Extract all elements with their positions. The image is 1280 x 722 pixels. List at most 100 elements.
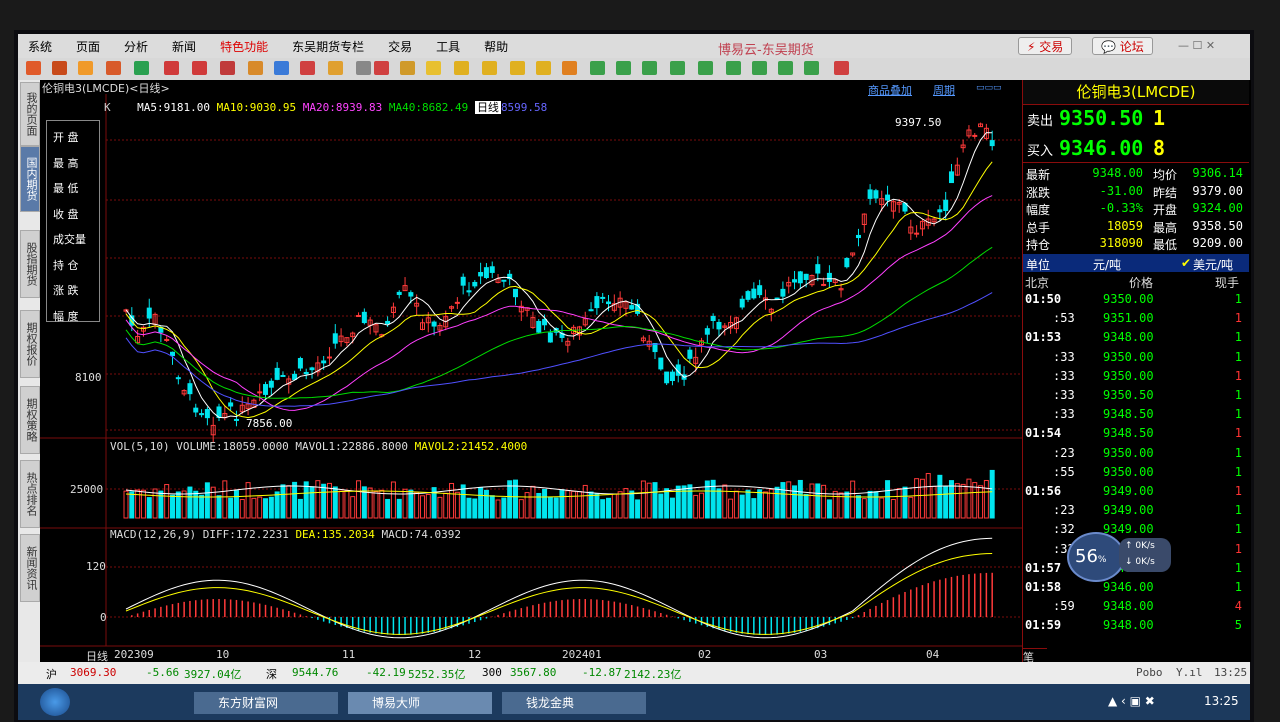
toolbar-button-icon[interactable] [616, 61, 631, 75]
toolbar-button-icon[interactable] [426, 61, 441, 75]
toolbar-button-icon[interactable] [248, 61, 263, 75]
toolbar-button-icon[interactable] [670, 61, 685, 75]
unit-value[interactable]: 元/吨 [1093, 256, 1121, 273]
menu-dongwu[interactable]: 东吴期货专栏 [292, 38, 364, 55]
volume-bar [919, 478, 925, 519]
toolbar-button-icon[interactable] [834, 61, 849, 75]
window-controls[interactable]: — ☐ ✕ [1178, 39, 1215, 52]
toolbar-button-icon[interactable] [562, 61, 577, 75]
start-button-icon[interactable] [40, 688, 70, 716]
candle-body [914, 232, 920, 235]
volume-bar [693, 494, 699, 519]
quote-value: 9379.00 [1192, 183, 1243, 198]
c300-label: 300 [482, 666, 502, 679]
volume-bar [646, 482, 652, 519]
toolbar-button-icon[interactable] [134, 61, 149, 75]
left-side-tabs: 我的页面 国内期货 股指期货 期权报价 期权策略 热点排名 新闻资讯 [18, 80, 41, 662]
macd-dea: DEA:135.2034 [295, 528, 375, 541]
kline-chart-area[interactable]: 伦铜电3(LMCDE)<日线> K MA5:9181.00 MA10:9030.… [40, 80, 1022, 663]
candle-body [460, 276, 466, 286]
toolbar-button-icon[interactable] [192, 61, 207, 75]
menu-help[interactable]: 帮助 [484, 38, 508, 55]
layout-icons[interactable]: ▭▭▭ [976, 83, 1002, 93]
toolbar-button-icon[interactable] [726, 61, 741, 75]
tab-hot-rank[interactable]: 热点排名 [20, 460, 40, 528]
vol-mavol2: MAVOL2:21452.4000 [414, 440, 528, 453]
volume-bar [280, 484, 286, 519]
tab-domestic-futures[interactable]: 国内期货 [20, 146, 40, 212]
volume-bar [623, 488, 629, 519]
toolbar-button-icon[interactable] [510, 61, 525, 75]
toolbar-button-icon[interactable] [78, 61, 93, 75]
toolbar-button-icon[interactable] [804, 61, 819, 75]
volume-bar [286, 485, 292, 519]
menu-page[interactable]: 页面 [76, 38, 100, 55]
toolbar-button-icon[interactable] [220, 61, 235, 75]
candle-body [885, 194, 891, 201]
volume-bar [437, 496, 443, 519]
volume-bar [699, 492, 705, 519]
tray-icons[interactable]: ▲ ‹ ▣ ✖ [1108, 694, 1155, 708]
menu-system[interactable]: 系统 [28, 38, 52, 55]
sz-amount: 5252.35亿 [408, 668, 466, 681]
volume-bar [228, 497, 234, 519]
volume-bar [268, 496, 274, 519]
volume-bar [943, 485, 949, 519]
toolbar-button-icon[interactable] [328, 61, 343, 75]
volume-bar [966, 478, 972, 519]
period-tag[interactable]: 日线 [474, 101, 501, 114]
task-item[interactable]: 博易大师 [348, 692, 492, 714]
volume-bar [245, 482, 251, 519]
toolbar-button-icon[interactable] [698, 61, 713, 75]
tab-option-strategy[interactable]: 期权策略 [20, 386, 40, 454]
quote-value: 9209.00 [1192, 236, 1243, 251]
menu-analysis[interactable]: 分析 [124, 38, 148, 55]
net-percent: 56% [1075, 546, 1107, 567]
tab-option-quotes[interactable]: 期权报价 [20, 310, 40, 378]
menu-special[interactable]: 特色功能 [220, 38, 268, 55]
volume-bar [501, 497, 507, 519]
toolbar-button-icon[interactable] [482, 61, 497, 75]
forum-button[interactable]: 💬 论坛 [1092, 37, 1153, 55]
toolbar-button-icon[interactable] [590, 61, 605, 75]
toolbar-button-icon[interactable] [642, 61, 657, 75]
tab-index-futures[interactable]: 股指期货 [20, 230, 40, 298]
volume-bar [652, 482, 658, 519]
menu-trade[interactable]: 交易 [388, 38, 412, 55]
macd-legend: MACD(12,26,9) DIFF:172.2231 DEA:135.2034… [110, 528, 461, 541]
candle-body [303, 371, 309, 375]
trade-button[interactable]: ⚡ 交易 [1018, 37, 1073, 55]
tab-trade-detail[interactable]: 笔 [1023, 648, 1047, 664]
toolbar-button-icon[interactable] [778, 61, 793, 75]
task-item[interactable]: 东方财富网 [194, 692, 338, 714]
task-item[interactable]: 钱龙金典 [502, 692, 646, 714]
overlay-link[interactable]: 商品叠加 [868, 82, 912, 98]
toolbar-button-icon[interactable] [300, 61, 315, 75]
tick-price: 9348.50 [1103, 407, 1154, 422]
macd-title: MACD(12,26,9) [110, 528, 197, 541]
legend-item: 幅 度 [53, 309, 79, 323]
menu-tools[interactable]: 工具 [436, 38, 460, 55]
toolbar-button-icon[interactable] [536, 61, 551, 75]
toolbar-button-icon[interactable] [374, 61, 389, 75]
toolbar-button-icon[interactable] [274, 61, 289, 75]
toolbar-button-icon[interactable] [52, 61, 67, 75]
unit-alt[interactable]: 美元/吨 [1193, 256, 1233, 273]
toolbar-button-icon[interactable] [356, 61, 371, 75]
toolbar-button-icon[interactable] [164, 61, 179, 75]
toolbar-button-icon[interactable] [106, 61, 121, 75]
network-speed-widget[interactable]: 56% [1067, 532, 1125, 582]
taskbar-clock: 13:25 [1204, 694, 1239, 708]
menu-news[interactable]: 新闻 [172, 38, 196, 55]
tab-news[interactable]: 新闻资讯 [20, 534, 40, 602]
tick-price: 9346.00 [1103, 580, 1154, 594]
period-link[interactable]: 周期 [933, 82, 955, 98]
tab-my-page[interactable]: 我的页面 [20, 82, 40, 146]
toolbar-button-icon[interactable] [752, 61, 767, 75]
toolbar-button-icon[interactable] [454, 61, 469, 75]
net-up: ↑ 0K/s [1125, 541, 1155, 551]
price-tick-8100: 8100 [75, 371, 102, 384]
toolbar-button-icon[interactable] [26, 61, 41, 75]
toolbar-button-icon[interactable] [400, 61, 415, 75]
volume-bar [396, 498, 402, 519]
